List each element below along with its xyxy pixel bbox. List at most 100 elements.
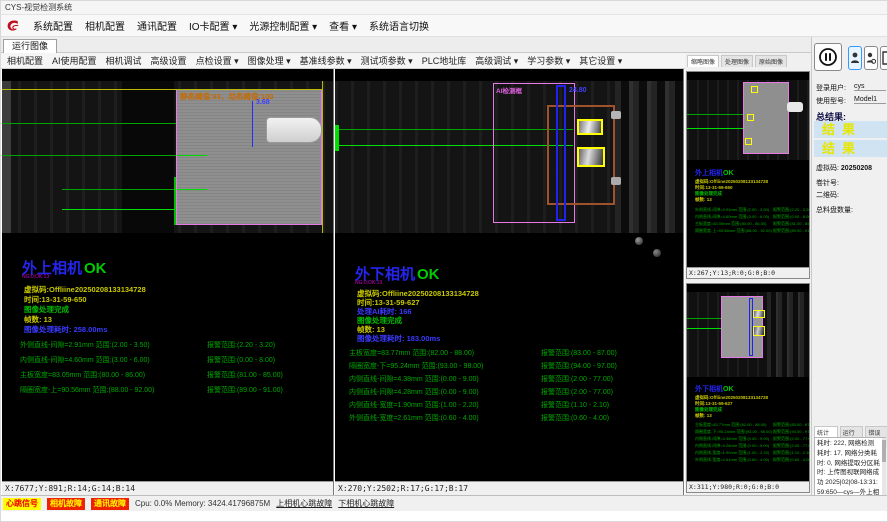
measurement-row: 主板宽度=83.77mm 范围:(82.00 - 88.00)报警范围:(83.… xyxy=(349,348,474,358)
toolbar-other-settings[interactable]: 其它设置 ▾ xyxy=(579,54,622,67)
measurement-alarm: 报警范围:(83.00 - 87.00) xyxy=(541,348,617,358)
virtual-code-label: 虚拟码: 20250208 xyxy=(816,163,872,173)
toolbar-test-params[interactable]: 测试项参数 ▾ xyxy=(361,54,413,67)
screw-detail xyxy=(635,237,643,245)
thumb-tab-0[interactable]: 缩略图像 xyxy=(687,55,719,67)
mini-measure-text: 隔圈宽度-下=95.24mm 范围:(93.00 - 98.00) xyxy=(695,429,772,434)
measurement-alarm: 报警范围:(2.00 - 77.00) xyxy=(541,374,613,384)
baseline-green-line xyxy=(62,189,177,190)
menu-item-io-config[interactable]: IO卡配置 ▾ xyxy=(189,18,237,33)
blue-measure-label: 3.68 xyxy=(256,99,270,106)
measurement-row: 内侧直线-间隙=4.28mm 范围:(0.00 - 9.00)报警范围:(2.0… xyxy=(349,387,479,397)
ai-roi-label: AI检测框 xyxy=(496,85,522,95)
mini-measure-row: 内侧直线-间隙=4.28mm 范围:(0.00 - 9.00)报警范围:(2.0… xyxy=(695,443,769,449)
middle-camera-image[interactable]: AI检测框 24.80 xyxy=(335,81,683,233)
toolbar-ai-config[interactable]: AI使用配置 xyxy=(52,54,97,67)
mini-measure-row: 外侧直线-宽度=2.61mm 范围:(0.60 - 4.00)报警范围:(0.6… xyxy=(695,457,769,463)
left-camera-view[interactable]: 静态阈值:93，动态阈值:100 3.68 外上相机OK NG:0;OK:13 … xyxy=(2,69,334,495)
exit-button[interactable] xyxy=(880,46,888,70)
mini-measure-text: 主板宽度=83.05mm 范围:(80.00 - 86.00) xyxy=(695,221,766,226)
thumbnail-statusbar: X:311;Y:980;R:0;G:0;B:0 xyxy=(687,481,809,492)
pause-button[interactable] xyxy=(814,43,842,71)
mini-measure-alarm: 报警范围:(2.20 - 3.20) xyxy=(773,207,810,213)
menu-item-view[interactable]: 查看 ▾ xyxy=(329,18,357,33)
mini-ok: OK xyxy=(723,386,734,393)
mini-measure-text: 主板宽度=83.77mm 范围:(82.00 - 88.00) xyxy=(695,422,766,427)
toolbar-camera-config[interactable]: 相机配置 xyxy=(7,54,43,67)
tray-count-label: 总料盘数量: xyxy=(816,205,853,215)
menu-item-system-config[interactable]: 系统配置 xyxy=(33,18,73,33)
toolbar-spot-check[interactable]: 点检设置 ▾ xyxy=(196,54,239,67)
toolbar-camera-debug[interactable]: 相机调试 xyxy=(106,54,142,67)
left-view-statusbar: X:7677;Y:891;R:14;G:14;B:14 xyxy=(2,481,333,495)
thumbnail-middle-camera[interactable]: 外下相机OK 虚拟码:Offliine20250208133134728 时间:… xyxy=(686,283,810,493)
log-scrollbar-thumb[interactable] xyxy=(882,440,886,462)
pause-icon xyxy=(818,47,838,67)
toolbar-image-process[interactable]: 图像处理 ▾ xyxy=(248,54,291,67)
thumbnail-statusbar: X:267;Y:13;R:0;G:0;B:0 xyxy=(687,267,809,278)
middle-view-statusbar: X:270;Y:2502;R:17;G:17;B:17 xyxy=(335,481,683,495)
mini-measure-alarm: 报警范围:(94.00 - 97.00) xyxy=(773,429,810,435)
mini-measure-alarm: 报警范围:(0.00 - 8.00) xyxy=(773,214,810,220)
toolbar-advanced-settings[interactable]: 高级设置 xyxy=(151,54,187,67)
thumb-tab-1[interactable]: 处理图像 xyxy=(721,55,753,67)
weld-box-yellow xyxy=(577,147,605,167)
app-logo-icon xyxy=(5,18,21,34)
pin-number-label: 卷针号: xyxy=(816,178,839,188)
menu-item-comm-config[interactable]: 通讯配置 xyxy=(137,18,177,33)
yellow-guide-line xyxy=(2,89,323,90)
baseline-green-line xyxy=(2,155,177,156)
left-camera-image[interactable]: 静态阈值:93，动态阈值:100 3.68 xyxy=(2,81,333,233)
tab-run-image[interactable]: 运行图像 xyxy=(3,39,57,53)
measure-line-blue xyxy=(252,101,253,147)
mini-measure-alarm: 报警范围:(83.00 - 87.00) xyxy=(773,422,810,428)
thumb-tab-2[interactable]: 原始图像 xyxy=(755,55,787,67)
mini-camera-title: 外上相机OK xyxy=(695,168,734,178)
thumbnail-image xyxy=(687,80,809,160)
upper-camera-heartbeat-link[interactable]: 上相机心跳故障 xyxy=(276,498,332,509)
mini-measure-alarm: 报警范围:(2.00 - 77.00) xyxy=(773,443,810,449)
lower-camera-heartbeat-link[interactable]: 下相机心跳故障 xyxy=(338,498,394,509)
measurement-alarm: 报警范围:(94.00 - 97.00) xyxy=(541,361,617,371)
toolbar-baseline-params[interactable]: 基准线参数 ▾ xyxy=(300,54,352,67)
mini-measure-row: 内侧直线-间隙=4.60mm 范围:(3.00 - 6.00)报警范围:(0.0… xyxy=(695,214,769,220)
menu-item-language[interactable]: 系统语言切换 xyxy=(369,18,429,33)
machine-shadow xyxy=(122,81,174,233)
menu-item-light-config[interactable]: 光源控制配置 ▾ xyxy=(249,18,317,33)
measurement-text: 主板宽度=83.05mm 范围:(80.00 - 86.00) xyxy=(20,372,145,379)
mini-green-line xyxy=(687,328,721,329)
result-display-1: 结果 xyxy=(814,121,888,138)
camera-alarm-badge: 相机故障 xyxy=(47,498,85,510)
user-button[interactable] xyxy=(848,46,862,70)
thumbnail-column: 缩略图像 处理图像 原始图像 外上相机OK 虚拟码:Offliine202502… xyxy=(685,53,811,495)
thumbnail-left-camera[interactable]: 外上相机OK 虚拟码:Offliine20250208133134728 时间:… xyxy=(686,71,810,279)
login-user-label: 登录用户: xyxy=(816,83,846,93)
toolbar-advanced-debug[interactable]: 高级调试 ▾ xyxy=(475,54,518,67)
model-value: Model1 xyxy=(854,96,886,104)
mini-measure-text: 外侧直线-间隙=2.91mm 范围:(2.00 - 3.50) xyxy=(695,207,769,212)
toolbar-plc-address[interactable]: PLC地址库 xyxy=(422,54,467,67)
thumbnail-tabs: 缩略图像 处理图像 原始图像 xyxy=(687,55,787,67)
measurement-alarm: 报警范围:(89.00 - 91.00) xyxy=(207,385,283,395)
user-settings-button[interactable] xyxy=(864,46,878,70)
menu-item-camera-config[interactable]: 相机配置 xyxy=(85,18,125,33)
toolbar-learn-params[interactable]: 学习参数 ▾ xyxy=(527,54,570,67)
mini-measure-alarm: 报警范围:(1.10 - 2.10) xyxy=(773,450,810,456)
machine-texture xyxy=(615,81,684,233)
middle-camera-view[interactable]: AI检测框 24.80 外下相机OK NG:0;OK:13 虚拟码:Offlii… xyxy=(335,69,684,495)
mini-yellow-box xyxy=(747,114,754,121)
mini-measure-text: 内侧直线-宽度=1.90mm 范围:(1.00 - 2.20) xyxy=(695,450,769,455)
virtual-code-label-text: 虚拟码: xyxy=(816,165,839,172)
measurement-text: 隔圈宽度-上=90.56mm 范围:(88.00 - 92.00) xyxy=(20,387,154,394)
mini-green-line xyxy=(687,114,743,115)
metal-clip xyxy=(611,111,621,119)
measurement-alarm: 报警范围:(1.10 - 2.10) xyxy=(541,400,609,410)
window-titlebar: CYS-视觉检测系统 xyxy=(1,1,888,15)
mini-measure-row: 主板宽度=83.77mm 范围:(82.00 - 88.00)报警范围:(83.… xyxy=(695,422,766,428)
measurement-alarm: 报警范围:(2.20 - 3.20) xyxy=(207,340,275,350)
mini-yellow-box xyxy=(753,310,765,318)
edge-green-mark xyxy=(335,125,339,151)
cpu-memory-text: Cpu: 0.0% Memory: 3424.41796875M xyxy=(135,499,270,508)
elapsed-line: 图像处理耗时: 258.00ms xyxy=(24,324,107,335)
measurement-row: 外侧直线-间隙=2.91mm 范围:(2.00 - 3.50)报警范围:(2.2… xyxy=(20,340,150,350)
